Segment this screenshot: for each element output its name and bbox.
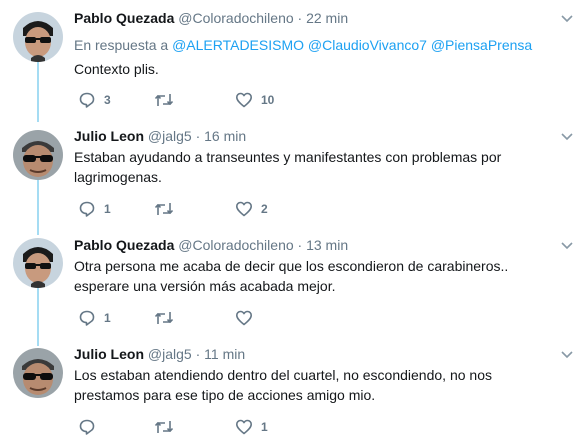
tweet-header: Pablo Quezada @Coloradochileno · 22 min xyxy=(74,9,348,27)
like-count: 10 xyxy=(261,93,275,107)
reply-context: En respuesta a @ALERTADESISMO @ClaudioVi… xyxy=(74,36,532,54)
reply-icon xyxy=(79,419,95,435)
like-count: 1 xyxy=(261,420,268,434)
timestamp[interactable]: 16 min xyxy=(204,128,246,144)
reply-prefix: En respuesta a xyxy=(74,37,169,53)
heart-icon xyxy=(236,92,252,108)
tweet-text: Los estaban atendiendo dentro del cuarte… xyxy=(74,367,492,403)
retweet-button[interactable] xyxy=(154,308,182,328)
reply-icon xyxy=(79,92,95,108)
tweet-header: Julio Leon @jalg5 · 16 min xyxy=(74,127,246,145)
like-button[interactable]: 1 xyxy=(235,417,268,437)
author-handle[interactable]: @Coloradochileno xyxy=(178,237,293,253)
mention-link[interactable]: @ClaudioVivanco7 xyxy=(308,37,427,53)
reply-count: 3 xyxy=(104,93,111,107)
retweet-button[interactable] xyxy=(154,199,182,219)
heart-icon xyxy=(236,201,252,217)
heart-icon xyxy=(236,310,252,326)
retweet-button[interactable] xyxy=(154,90,182,110)
retweet-icon xyxy=(154,421,174,433)
heart-icon xyxy=(236,419,252,435)
avatar[interactable] xyxy=(13,130,63,180)
tweet: Julio Leon @jalg5 · 16 min Estaban ayuda… xyxy=(0,118,580,230)
tweet: Julio Leon @jalg5 · 11 min Los estaban a… xyxy=(0,342,580,437)
chevron-down-icon[interactable] xyxy=(560,348,574,362)
tweet-actions: 1 2 xyxy=(74,199,374,219)
reply-count: 1 xyxy=(104,202,111,216)
avatar-image xyxy=(13,238,63,288)
avatar-image xyxy=(13,348,63,398)
retweet-icon xyxy=(154,203,174,215)
author-name[interactable]: Pablo Quezada xyxy=(74,10,174,26)
reply-button[interactable]: 1 xyxy=(78,199,111,219)
timestamp[interactable]: 22 min xyxy=(306,10,348,26)
author-name[interactable]: Julio Leon xyxy=(74,346,144,362)
reply-button[interactable] xyxy=(78,417,104,437)
author-handle[interactable]: @jalg5 xyxy=(148,128,192,144)
tweet: Pablo Quezada @Coloradochileno · 22 min … xyxy=(0,0,580,118)
author-handle[interactable]: @jalg5 xyxy=(148,346,192,362)
reply-count: 1 xyxy=(104,311,111,325)
avatar[interactable] xyxy=(13,12,63,62)
avatar[interactable] xyxy=(13,238,63,288)
separator: · xyxy=(195,128,201,144)
retweet-button[interactable] xyxy=(154,417,182,437)
tweet-text: Estaban ayudando a transeuntes y manifes… xyxy=(74,149,502,185)
tweet: Pablo Quezada @Coloradochileno · 13 min … xyxy=(0,230,580,342)
reply-icon xyxy=(79,201,95,217)
avatar[interactable] xyxy=(13,348,63,398)
tweet-header: Julio Leon @jalg5 · 11 min xyxy=(74,345,245,363)
separator: · xyxy=(195,346,201,362)
separator: · xyxy=(297,10,303,26)
tweet-actions: 1 xyxy=(74,308,374,328)
separator: · xyxy=(297,237,303,253)
tweet-text: Otra persona me acaba de decir que los e… xyxy=(74,258,509,294)
avatar-image xyxy=(13,12,63,62)
mention-link[interactable]: @ALERTADESISMO xyxy=(172,37,304,53)
tweet-header: Pablo Quezada @Coloradochileno · 13 min xyxy=(74,236,348,254)
chevron-down-icon[interactable] xyxy=(560,239,574,253)
avatar-image xyxy=(13,130,63,180)
timestamp[interactable]: 11 min xyxy=(204,346,245,362)
mention-link[interactable]: @PiensaPrensa xyxy=(431,37,532,53)
chevron-down-icon[interactable] xyxy=(560,12,574,26)
like-button[interactable]: 10 xyxy=(235,90,274,110)
retweet-icon xyxy=(154,94,174,106)
like-button[interactable] xyxy=(235,308,261,328)
chevron-down-icon[interactable] xyxy=(560,130,574,144)
tweet-text: Contexto plis. xyxy=(74,61,159,77)
reply-button[interactable]: 3 xyxy=(78,90,111,110)
reply-button[interactable]: 1 xyxy=(78,308,111,328)
author-handle[interactable]: @Coloradochileno xyxy=(178,10,293,26)
retweet-icon xyxy=(154,312,174,324)
tweet-actions: 1 xyxy=(74,417,374,437)
reply-icon xyxy=(79,310,95,326)
author-name[interactable]: Julio Leon xyxy=(74,128,144,144)
author-name[interactable]: Pablo Quezada xyxy=(74,237,174,253)
like-count: 2 xyxy=(261,202,268,216)
like-button[interactable]: 2 xyxy=(235,199,268,219)
timestamp[interactable]: 13 min xyxy=(306,237,348,253)
tweet-actions: 3 10 xyxy=(74,90,374,110)
